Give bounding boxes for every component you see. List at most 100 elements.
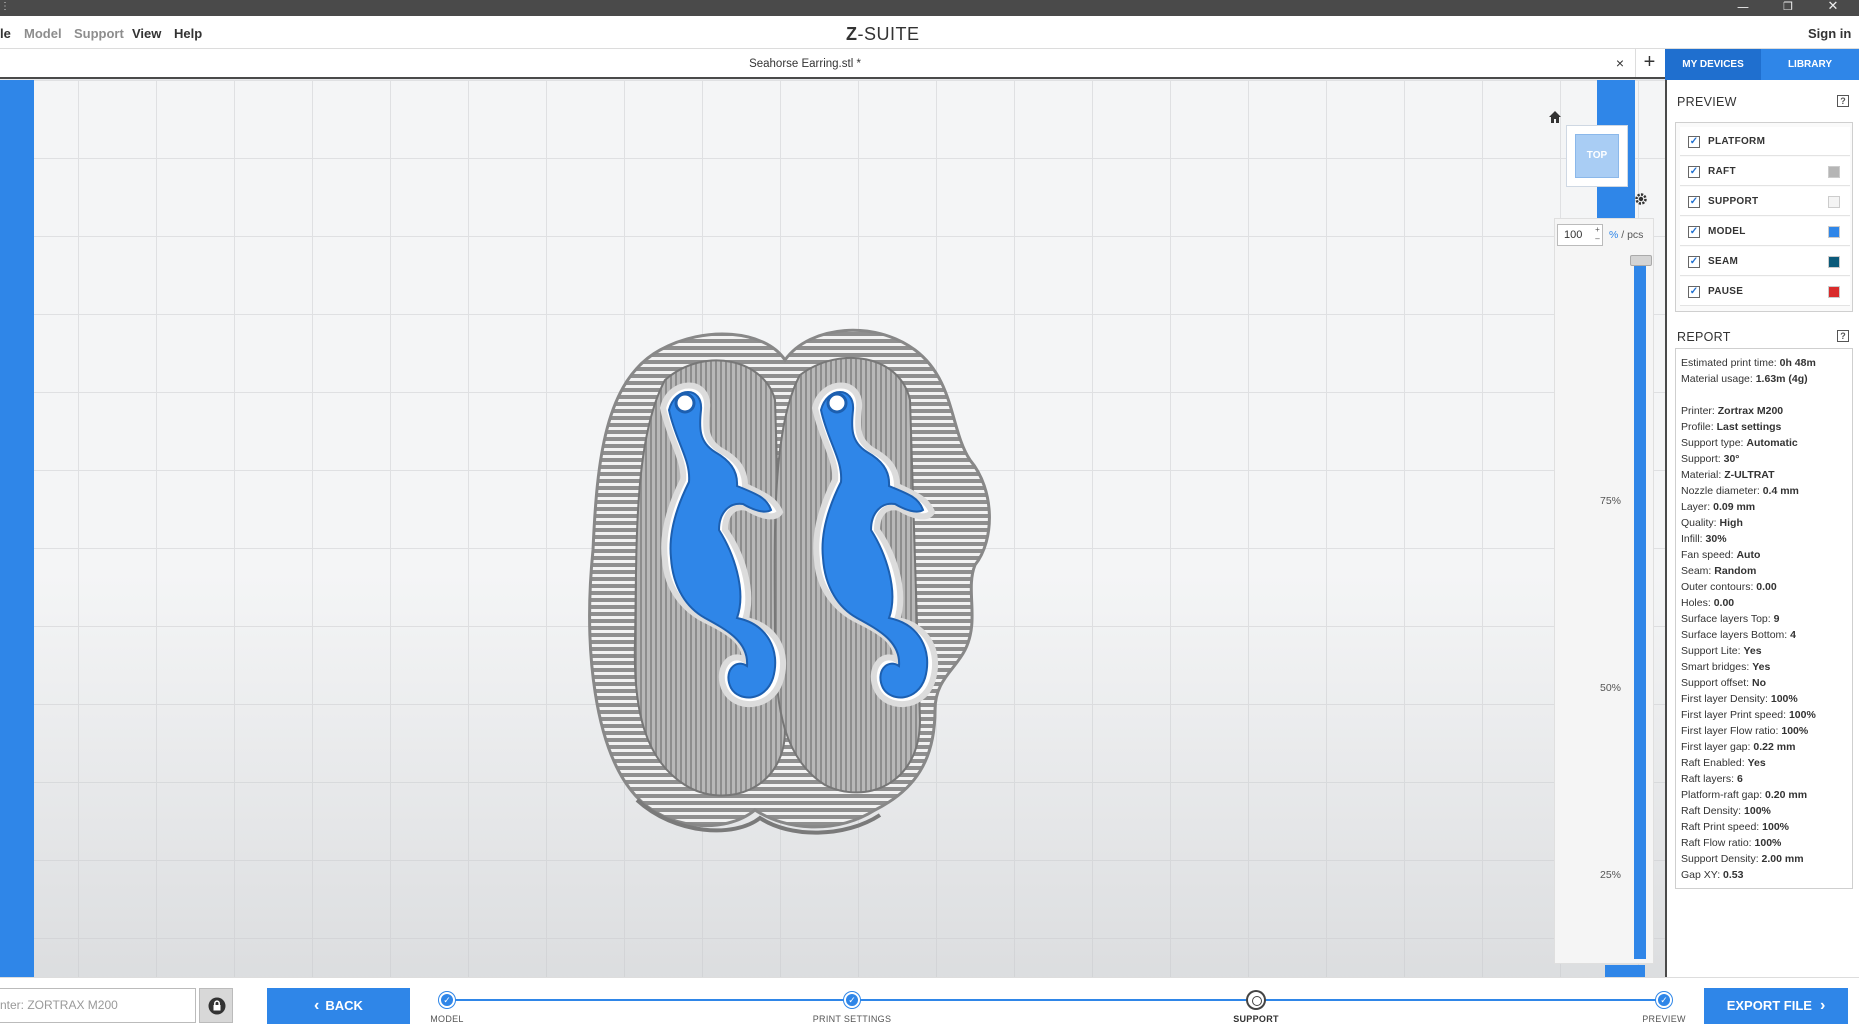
step-support-label[interactable]: SUPPORT [1233,1014,1279,1024]
gear-icon[interactable] [1634,192,1648,206]
menu-help[interactable]: Help [174,16,202,49]
report-value: Zortrax M200 [1717,405,1784,417]
add-tab-button[interactable]: + [1635,49,1663,77]
preview-item-pause[interactable]: ✓ PAUSE [1680,277,1850,306]
unit-percent[interactable]: % [1609,229,1618,241]
step-model-dot[interactable]: ✓ [439,992,455,1008]
report-value: No [1752,677,1767,689]
printer-lock-button[interactable] [199,988,233,1023]
spin-down-icon[interactable]: – [1593,234,1602,243]
layer-spinner[interactable]: + – [1593,225,1602,245]
report-value: 6 [1737,773,1743,785]
layer-unit-label[interactable]: % / pcs [1609,229,1643,241]
checkbox-raft[interactable]: ✓ [1688,166,1700,178]
report-key: Support offset: [1681,677,1750,689]
preview-item-support[interactable]: ✓ SUPPORT [1680,187,1850,216]
report-key: Platform-raft gap: [1681,789,1763,801]
report-help-icon[interactable]: ? [1837,330,1849,342]
unit-pcs[interactable]: / pcs [1618,229,1643,241]
color-swatch-support[interactable] [1828,196,1840,208]
preview-item-label: SUPPORT [1708,196,1759,207]
report-key: Quality: [1681,517,1717,529]
report-line: Raft layers: 6 [1681,771,1852,787]
step-support-dot[interactable] [1248,992,1264,1008]
report-line: Surface layers Top: 9 [1681,611,1852,627]
title-bar-mark: ⋮ [0,1,10,12]
tick-25: 25% [1600,869,1622,881]
report-value: 0.20 mm [1765,789,1808,801]
menu-support[interactable]: Support [74,16,124,49]
report-value: 0.00 [1756,581,1777,593]
back-button[interactable]: ‹ BACK [267,988,410,1024]
report-line: Gap XY: 0.53 [1681,867,1852,883]
report-key: Holes: [1681,597,1711,609]
report-key: Raft Print speed: [1681,821,1760,833]
report-key: Surface layers Top: [1681,613,1771,625]
seahorse-model-preview[interactable] [575,290,1045,850]
report-value: 30° [1723,453,1740,465]
close-tab-button[interactable]: × [1610,49,1630,77]
menu-model[interactable]: Model [24,16,62,49]
file-tab[interactable]: Seahorse Earring.stl * [0,49,1610,77]
menu-view[interactable]: View [132,16,161,49]
layer-slider-bottom [1605,965,1645,977]
minimize-button[interactable]: — [1728,0,1758,16]
preview-item-platform[interactable]: ✓ PLATFORM [1680,127,1850,156]
step-print-settings-label[interactable]: PRINT SETTINGS [813,1014,892,1024]
step-print-settings-dot[interactable]: ✓ [844,992,860,1008]
maximize-button[interactable]: ❐ [1773,0,1803,16]
report-value: 100% [1781,725,1809,737]
sign-in-link[interactable]: Sign in [1808,16,1851,52]
layer-slider-handle[interactable] [1630,255,1652,266]
preview-item-raft[interactable]: ✓ RAFT [1680,157,1850,186]
preview-help-icon[interactable]: ? [1837,95,1849,107]
preview-item-seam[interactable]: ✓ SEAM [1680,247,1850,276]
report-line: Profile: Last settings [1681,419,1852,435]
tab-my-devices[interactable]: MY DEVICES [1665,49,1761,80]
report-line: Layer: 0.09 mm [1681,499,1852,515]
report-value: Automatic [1746,437,1798,449]
checkbox-support[interactable]: ✓ [1688,196,1700,208]
preview-item-model[interactable]: ✓ MODEL [1680,217,1850,246]
step-preview-dot[interactable]: ✓ [1656,992,1672,1008]
report-key: Support: [1681,453,1721,465]
home-icon[interactable] [1548,110,1562,124]
report-key: First layer Flow ratio: [1681,725,1779,737]
color-swatch-seam[interactable] [1828,256,1840,268]
view-cube-top-face[interactable]: TOP [1575,134,1619,178]
printer-field[interactable]: nter: ZORTRAX M200 [0,988,196,1023]
checkbox-model[interactable]: ✓ [1688,226,1700,238]
layer-slider-track[interactable] [1634,261,1646,959]
color-swatch-raft[interactable] [1828,166,1840,178]
checkbox-platform[interactable]: ✓ [1688,136,1700,148]
report-key: Material: [1681,469,1722,481]
report-line: Holes: 0.00 [1681,595,1852,611]
tab-library[interactable]: LIBRARY [1761,49,1859,80]
color-swatch-pause[interactable] [1828,286,1840,298]
view-cube[interactable]: TOP [1566,125,1628,187]
color-swatch-model[interactable] [1828,226,1840,238]
step-model-label[interactable]: MODEL [430,1014,464,1024]
export-file-button[interactable]: EXPORT FILE › [1704,988,1848,1024]
report-value: 2.00 mm [1761,853,1804,865]
menu-file[interactable]: le [0,16,11,49]
back-label: BACK [325,998,363,1013]
report-line: Raft Enabled: Yes [1681,755,1852,771]
checkbox-pause[interactable]: ✓ [1688,286,1700,298]
report-key: Gap XY: [1681,869,1721,881]
report-value: Yes [1752,661,1771,673]
report-value: 0.53 [1723,869,1744,881]
step-preview-label[interactable]: PREVIEW [1642,1014,1686,1024]
report-line: Outer contours: 0.00 [1681,579,1852,595]
layer-slider-panel: 100 + – % / pcs 75% 50% 25% [1554,218,1654,964]
3d-viewport[interactable]: TOP 100 + – % / pcs 75% 50% 25% [0,80,1665,977]
report-value: 0h 48m [1779,357,1816,369]
printer-field-text[interactable]: nter: ZORTRAX M200 [0,989,196,1022]
close-window-button[interactable]: ✕ [1818,0,1848,16]
report-value: 30% [1705,533,1727,545]
report-line: Support Lite: Yes [1681,643,1852,659]
spin-up-icon[interactable]: + [1593,225,1602,234]
report-key: Support Density: [1681,853,1759,865]
report-line: Material usage: 1.63m (4g) [1681,371,1852,387]
checkbox-seam[interactable]: ✓ [1688,256,1700,268]
